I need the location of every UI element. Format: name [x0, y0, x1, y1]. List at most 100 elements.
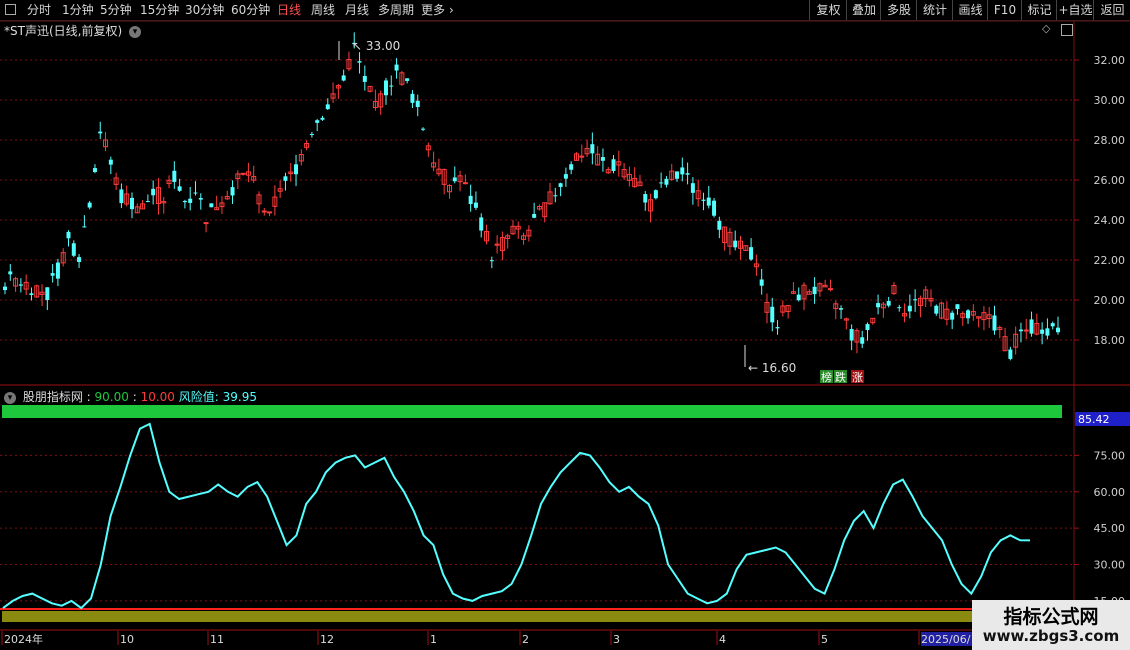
candle-body — [230, 187, 235, 196]
candle-body — [706, 197, 711, 206]
candle-body — [267, 211, 273, 214]
candle-body — [653, 190, 658, 199]
candle-body — [18, 284, 23, 286]
price-tick-label: 22.00 — [1094, 254, 1126, 267]
candle-body — [1040, 329, 1045, 334]
xaxis-label-7: 4 — [719, 633, 726, 646]
candle-body — [1056, 327, 1060, 333]
candle-body — [29, 293, 34, 295]
candle-body — [325, 104, 330, 110]
candle-body — [759, 279, 764, 286]
candle-body — [389, 85, 394, 87]
candle-body — [897, 307, 902, 309]
event-badge-1: 跌 — [835, 370, 846, 384]
candle-body — [261, 210, 267, 213]
candle-body — [82, 226, 87, 228]
candle-body — [193, 192, 198, 194]
candle-body — [394, 64, 399, 71]
candle-body — [98, 131, 103, 134]
price-tick-label: 30.00 — [1094, 94, 1126, 107]
xaxis-label-8: 5 — [821, 633, 828, 646]
xaxis-label-3: 12 — [320, 633, 334, 646]
candle-body — [45, 287, 50, 300]
candle-body — [827, 288, 833, 291]
candle-body — [950, 312, 955, 320]
candle-body — [770, 306, 775, 323]
candle-body — [188, 198, 193, 203]
price-tick-label: 28.00 — [1094, 134, 1126, 147]
chart-canvas[interactable]: 32.00 30.00 28.00 26.00 24.00 22.00 20.00 18.00… — [0, 0, 1130, 650]
candle-body — [600, 157, 605, 161]
candle-body — [563, 174, 568, 179]
candle-body — [151, 188, 156, 196]
candle-body — [701, 199, 706, 201]
candle-body — [357, 61, 362, 63]
candle-body — [992, 315, 997, 331]
candle-body — [812, 286, 817, 295]
candle-body — [860, 337, 865, 344]
high-price-label: ↖ 33.00 — [352, 39, 400, 53]
candle-body — [452, 177, 457, 182]
candle-body — [77, 257, 82, 262]
xaxis-label-2: 11 — [210, 633, 224, 646]
low-price-label: ← 16.60 — [748, 361, 796, 375]
candle-body — [775, 327, 780, 329]
upper-band — [2, 405, 1062, 418]
candle-body — [129, 197, 134, 210]
candle-body — [907, 305, 912, 312]
candle-body — [886, 300, 891, 306]
candle-body — [1023, 329, 1029, 332]
candle-body — [421, 128, 426, 130]
candle-body — [675, 171, 680, 179]
candle-body — [71, 243, 76, 256]
candle-body — [1008, 349, 1013, 359]
candle-body — [955, 304, 960, 310]
lower-band — [2, 611, 1072, 622]
candle-body — [383, 80, 388, 96]
indicator-tick-label: 45.00 — [1094, 522, 1126, 535]
candle-body — [462, 182, 468, 185]
candle-body — [55, 262, 60, 279]
price-tick-label: 24.00 — [1094, 214, 1126, 227]
candle-body — [590, 144, 595, 154]
candle-body — [690, 183, 695, 193]
indicator-tick-label: 30.00 — [1094, 559, 1126, 572]
candle-body — [3, 286, 7, 291]
candle-body — [315, 120, 320, 123]
candle-body — [198, 197, 203, 200]
candle-body — [680, 167, 685, 175]
candle-body — [182, 200, 187, 203]
candle-body — [415, 100, 420, 108]
candle-body — [659, 182, 664, 184]
candle-body — [796, 294, 801, 301]
xaxis-label-4: 1 — [430, 633, 437, 646]
candlesticks — [3, 32, 1060, 361]
price-tick-label: 20.00 — [1094, 294, 1126, 307]
watermark-url: www.zbgs3.com — [982, 627, 1120, 645]
candle-body — [569, 164, 574, 170]
candle-body — [172, 170, 177, 182]
candle-body — [8, 271, 13, 275]
candle-body — [611, 159, 616, 171]
candle-body — [341, 75, 346, 81]
candle-body — [309, 134, 314, 136]
site-watermark: 指标公式网 www.zbgs3.com — [972, 600, 1130, 650]
xaxis-label-6: 3 — [613, 633, 620, 646]
candle-body — [966, 310, 971, 319]
candle-body — [294, 164, 299, 175]
xaxis-label-9: 2025/06/ — [921, 633, 971, 646]
candle-body — [177, 186, 182, 191]
xaxis-label-5: 2 — [522, 633, 529, 646]
candle-body — [473, 202, 478, 208]
candle-body — [66, 231, 71, 239]
candle-body — [717, 220, 722, 230]
price-tick-label: 32.00 — [1094, 54, 1126, 67]
candle-body — [283, 176, 288, 181]
candle-body — [733, 240, 738, 248]
candle-body — [240, 172, 246, 175]
price-tick-label: 18.00 — [1094, 334, 1126, 347]
candle-body — [643, 194, 648, 203]
risk-indicator-line — [2, 422, 1031, 610]
candle-body — [108, 159, 113, 165]
event-badge-2: 涨 — [852, 371, 863, 384]
